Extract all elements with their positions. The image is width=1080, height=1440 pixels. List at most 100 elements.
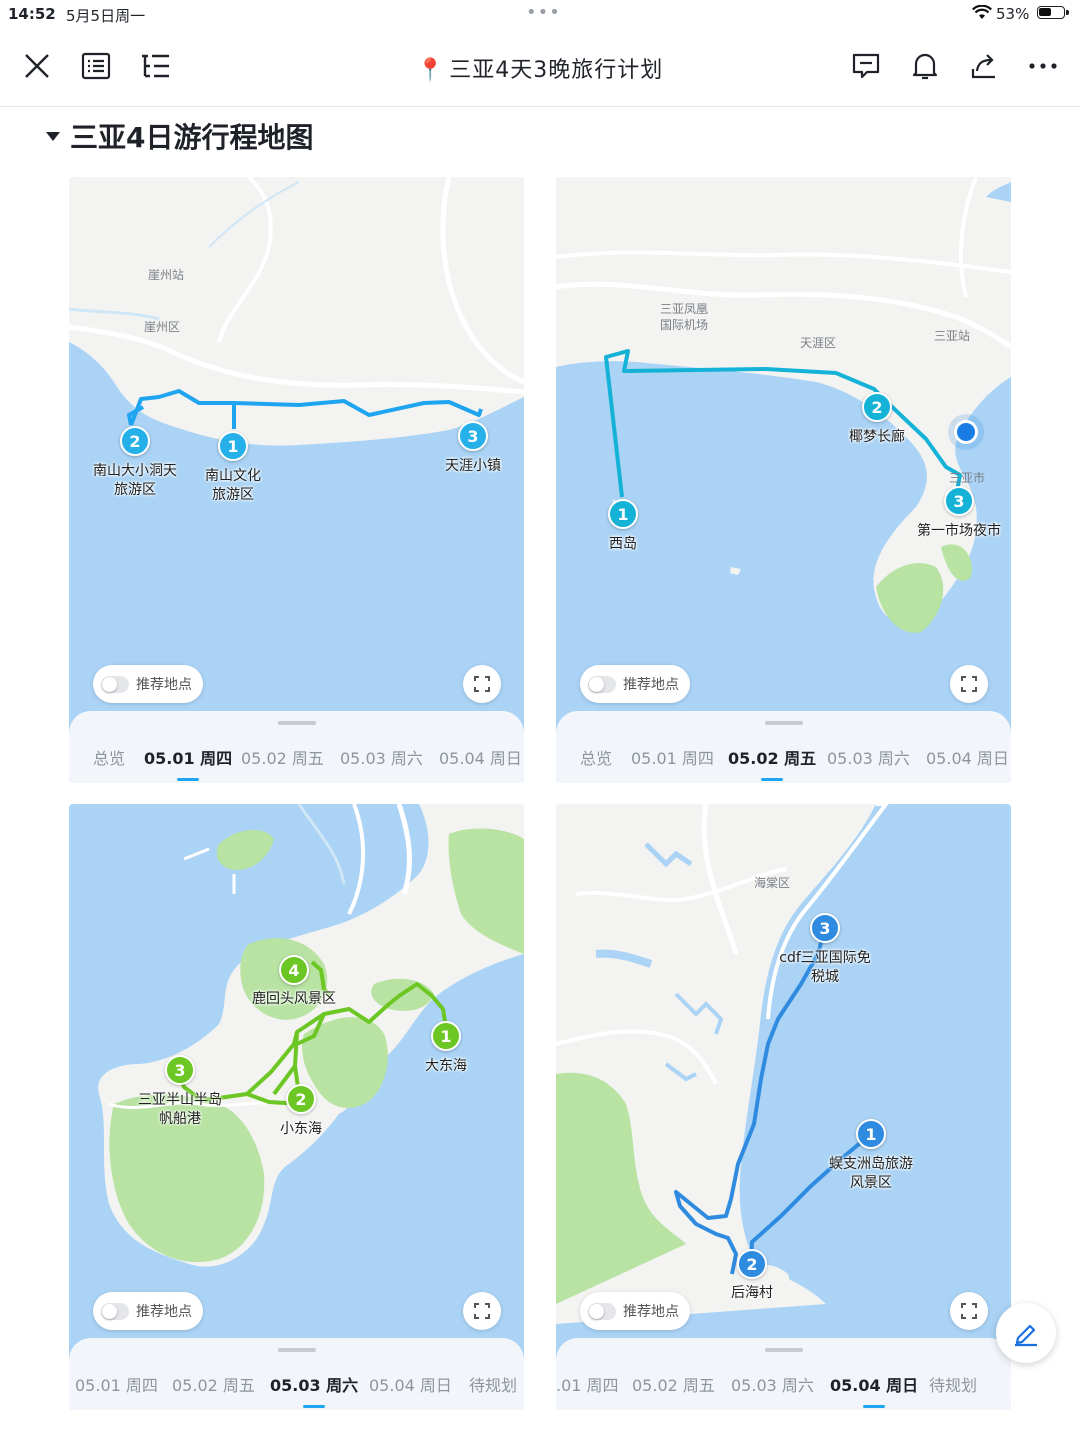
toggle-switch[interactable] [588,675,616,693]
poi-name: cdf三亚国际免 税城 [779,950,871,985]
recommend-toggle[interactable]: 推荐地点 [580,665,690,703]
day-tabs: 总览 05.01 周四 05.02 周五 05.03 周六 05.04 周日 [556,745,1011,781]
recommend-toggle[interactable]: 推荐地点 [93,665,203,703]
poi-label: 蜈支洲岛旅游 风景区 [829,1155,913,1193]
share-icon[interactable] [966,48,1002,84]
comment-icon[interactable] [848,48,884,84]
recommend-toggle[interactable]: 推荐地点 [580,1292,690,1330]
day-tab[interactable]: 05.03 周六 [340,745,423,769]
fullscreen-button[interactable] [463,665,501,703]
day-tab[interactable]: 05.01 周四 [631,745,714,769]
poi-label: 天涯小镇 [445,457,501,476]
map-card-day1[interactable]: 崖州站 崖州区 2 南山大小洞天 旅游区 1 南山文化 旅游区 3 天涯小镇 推… [69,177,524,783]
fullscreen-icon [961,676,977,692]
fullscreen-button[interactable] [463,1292,501,1330]
area-label: 天涯区 [799,336,837,350]
section-title: 三亚4日游行程地图 [70,121,314,154]
poi-name: 蜈支洲岛旅游 风景区 [829,1156,913,1191]
recommend-toggle[interactable]: 推荐地点 [93,1292,203,1330]
day-tab[interactable]: 05.03 周六 [827,745,910,769]
area-name: 三亚凤凰 国际机场 [659,302,709,332]
poi-name: 三亚半山半岛 帆船港 [138,1092,222,1127]
route-marker[interactable]: 2 [862,392,892,422]
fullscreen-icon [474,676,490,692]
drag-handle[interactable] [278,1348,316,1352]
more-icon[interactable] [1025,48,1061,84]
day-tab-panel: 总览 05.01 周四 05.02 周五 05.03 周六 05.04 周日 [556,711,1011,783]
area-label: 三亚凤凰 国际机场 [660,301,708,333]
area-label: 崖州区 [143,320,181,334]
day-tab[interactable]: 05.02 周五 [632,1372,715,1396]
route-marker[interactable]: 1 [608,499,638,529]
area-label: 海棠区 [753,876,791,890]
day-tab[interactable]: 05.01 周四 [144,745,232,781]
day-tab[interactable]: 05.04 周日 [830,1372,918,1408]
battery-icon [1037,6,1069,19]
route-marker[interactable]: 3 [810,913,840,943]
toggle-switch[interactable] [101,675,129,693]
recommend-label: 推荐地点 [623,1304,679,1320]
drag-handle[interactable] [765,1348,803,1352]
route-marker[interactable]: 3 [458,421,488,451]
poi-label: 后海村 [731,1284,773,1303]
poi-name: 天涯小镇 [445,458,501,474]
day-tab[interactable]: 05.04 周日 [369,1372,452,1396]
map-card-day4[interactable]: 海棠区 3 cdf三亚国际免 税城 1 蜈支洲岛旅游 风景区 2 后海村 推荐地… [556,804,1011,1410]
route-marker[interactable]: 2 [286,1084,316,1114]
poi-label: 椰梦长廊 [849,428,905,447]
poi-label: 西岛 [609,535,637,554]
route-marker[interactable]: 2 [737,1249,767,1279]
route-marker[interactable]: 2 [120,426,150,456]
day-tab-panel: 05.01 周四 05.02 周五 05.03 周六 05.04 周日 待规划 [69,1338,524,1410]
area-label: 三亚市 [948,471,986,485]
wifi-icon [972,4,992,24]
poi-name: 南山大小洞天 旅游区 [93,463,177,498]
poi-label: 鹿回头风景区 [252,990,336,1009]
toggle-switch[interactable] [588,1302,616,1320]
section-heading[interactable]: 三亚4日游行程地图 [46,118,313,154]
map-card-day3[interactable]: 4 鹿回头风景区 1 大东海 3 三亚半山半岛 帆船港 2 小东海 推荐地点 0… [69,804,524,1410]
edit-button[interactable] [996,1303,1056,1363]
day-tab[interactable]: 待规划 [929,1372,977,1396]
route-marker[interactable]: 3 [944,486,974,516]
route-marker[interactable]: 4 [279,955,309,985]
poi-label: 小东海 [280,1120,322,1139]
route-marker[interactable]: 1 [856,1119,886,1149]
recommend-label: 推荐地点 [623,677,679,693]
poi-label: 大东海 [425,1057,467,1076]
day-tab-panel: .01 周四 05.02 周五 05.03 周六 05.04 周日 待规划 [556,1338,1011,1410]
day-tab[interactable]: 05.04 周日 [439,745,522,769]
fullscreen-button[interactable] [950,665,988,703]
day-tab[interactable]: 05.02 周五 [241,745,324,769]
multitask-dots-icon[interactable]: ••• [526,2,561,23]
fullscreen-button[interactable] [950,1292,988,1330]
poi-label: 南山文化 旅游区 [205,467,261,505]
route-marker[interactable]: 1 [431,1021,461,1051]
current-location-icon [954,420,978,444]
drag-handle[interactable] [765,721,803,725]
day-tab[interactable]: 总览 [93,745,125,769]
day-tab[interactable]: 总览 [580,745,612,769]
document-title-text: 三亚4天3晚旅行计划 [449,58,664,83]
bell-icon[interactable] [907,48,943,84]
day-tab[interactable]: 05.02 周五 [172,1372,255,1396]
poi-label: 南山大小洞天 旅游区 [93,462,177,500]
day-tab[interactable]: 05.02 周五 [728,745,816,781]
collapse-caret-icon[interactable] [46,131,60,141]
poi-name: 小东海 [280,1121,322,1137]
day-tab[interactable]: 待规划 [469,1372,517,1396]
day-tab[interactable]: 05.03 周六 [270,1372,358,1408]
route-marker[interactable]: 1 [218,431,248,461]
day-tab[interactable]: .01 周四 [556,1372,619,1396]
day-tab-panel: 总览 05.01 周四 05.02 周五 05.03 周六 05.04 周日 [69,711,524,783]
drag-handle[interactable] [278,721,316,725]
area-label: 崖州站 [147,268,185,282]
day-tab[interactable]: 05.01 周四 [75,1372,158,1396]
day-tabs: .01 周四 05.02 周五 05.03 周六 05.04 周日 待规划 [556,1372,1011,1408]
fullscreen-icon [474,1303,490,1319]
day-tab[interactable]: 05.04 周日 [926,745,1009,769]
day-tab[interactable]: 05.03 周六 [731,1372,814,1396]
toggle-switch[interactable] [101,1302,129,1320]
map-card-day2[interactable]: 三亚凤凰 国际机场 天涯区 三亚站 三亚市 1 西岛 2 椰梦长廊 3 第一市场… [556,177,1011,783]
route-marker[interactable]: 3 [165,1055,195,1085]
